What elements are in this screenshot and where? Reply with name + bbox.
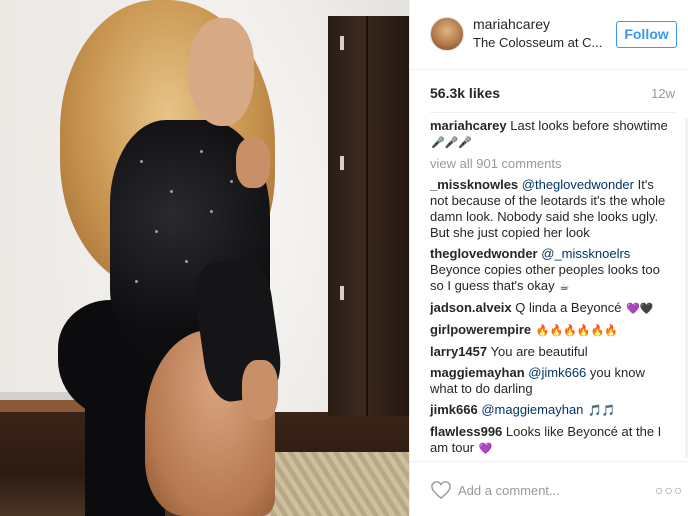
comment-user[interactable]: theglovedwonder [430, 246, 538, 261]
post-location[interactable]: The Colosseum at C... [473, 35, 602, 50]
comment-item: girlpowerempire 🔥🔥🔥🔥🔥🔥 [430, 322, 670, 339]
comment-text: You are beautiful [490, 344, 588, 359]
comment-item: flawless996 Looks like Beyoncé at the I … [430, 424, 670, 457]
comment-mention[interactable]: @theglovedwonder [522, 177, 634, 192]
more-options-icon[interactable]: ○○○ [655, 482, 683, 498]
post-username[interactable]: mariahcarey [473, 16, 550, 32]
caption: mariahcarey Last looks before showtime 🎤… [430, 118, 670, 151]
comment-item: larry1457 You are beautiful [430, 344, 670, 360]
comment-user[interactable]: jadson.alveix [430, 300, 512, 315]
comment-mention[interactable]: @_missknoelrs [541, 246, 630, 261]
comment-user[interactable]: larry1457 [430, 344, 487, 359]
comment-item: maggiemayhan @jimk666 you know what to d… [430, 365, 670, 397]
microphone-icon: 🎤🎤🎤 [431, 137, 473, 149]
follow-button[interactable]: Follow [616, 21, 677, 48]
caption-text: Last looks before showtime [510, 118, 668, 133]
comment-user[interactable]: jimk666 [430, 402, 478, 417]
comment-user[interactable]: flawless996 [430, 424, 502, 439]
post-age[interactable]: 12w [651, 86, 675, 101]
comment-text: Q linda a Beyoncé [515, 300, 622, 315]
divider [430, 112, 676, 113]
comment-user[interactable]: maggiemayhan [430, 365, 525, 380]
comments-list: mariahcarey Last looks before showtime 🎤… [430, 118, 670, 462]
post-sidebar: mariahcarey The Colosseum at C... Follow… [409, 0, 688, 516]
photo-hand [242, 360, 278, 420]
comment-user[interactable]: _missknowles [430, 177, 518, 192]
heart-emoji-icon: 💜 [478, 443, 493, 455]
comment-item: jimk666 @maggiemayhan 🎵🎵 [430, 402, 670, 419]
fire-icon: 🔥🔥🔥🔥🔥🔥 [535, 325, 618, 337]
comment-item: theglovedwonder @_missknoelrs Beyonce co… [430, 246, 670, 295]
likes-row: 56.3k likes 12w [430, 85, 675, 105]
comment-user[interactable]: girlpowerempire [430, 322, 531, 337]
comment-user[interactable]: mariahcarey [430, 118, 507, 133]
post-footer: ○○○ [410, 461, 688, 516]
likes-count[interactable]: 56.3k likes [430, 85, 500, 101]
post-photo[interactable] [0, 0, 409, 516]
comment-item: jadson.alveix Q linda a Beyoncé 💜🖤 [430, 300, 670, 317]
coffee-icon: ☕ [559, 281, 570, 293]
music-note-icon: 🎵🎵 [588, 405, 616, 417]
heart-outline-icon[interactable] [430, 480, 452, 500]
post-header: mariahcarey The Colosseum at C... Follow [410, 0, 688, 70]
avatar[interactable] [430, 17, 464, 51]
comment-text: Beyonce copies other peoples looks too s… [430, 262, 660, 293]
comment-item: _missknowles @theglovedwonder It's not b… [430, 177, 670, 241]
heart-emoji-icon: 💜🖤 [626, 303, 654, 315]
photo-wardrobe [328, 16, 409, 416]
view-all-comments-link[interactable]: view all 901 comments [430, 156, 670, 172]
photo-face [188, 18, 254, 126]
comment-mention[interactable]: @jimk666 [528, 365, 586, 380]
photo-hand-upper [236, 138, 270, 188]
comment-mention[interactable]: @maggiemayhan [481, 402, 583, 417]
add-comment-input[interactable] [458, 480, 638, 500]
